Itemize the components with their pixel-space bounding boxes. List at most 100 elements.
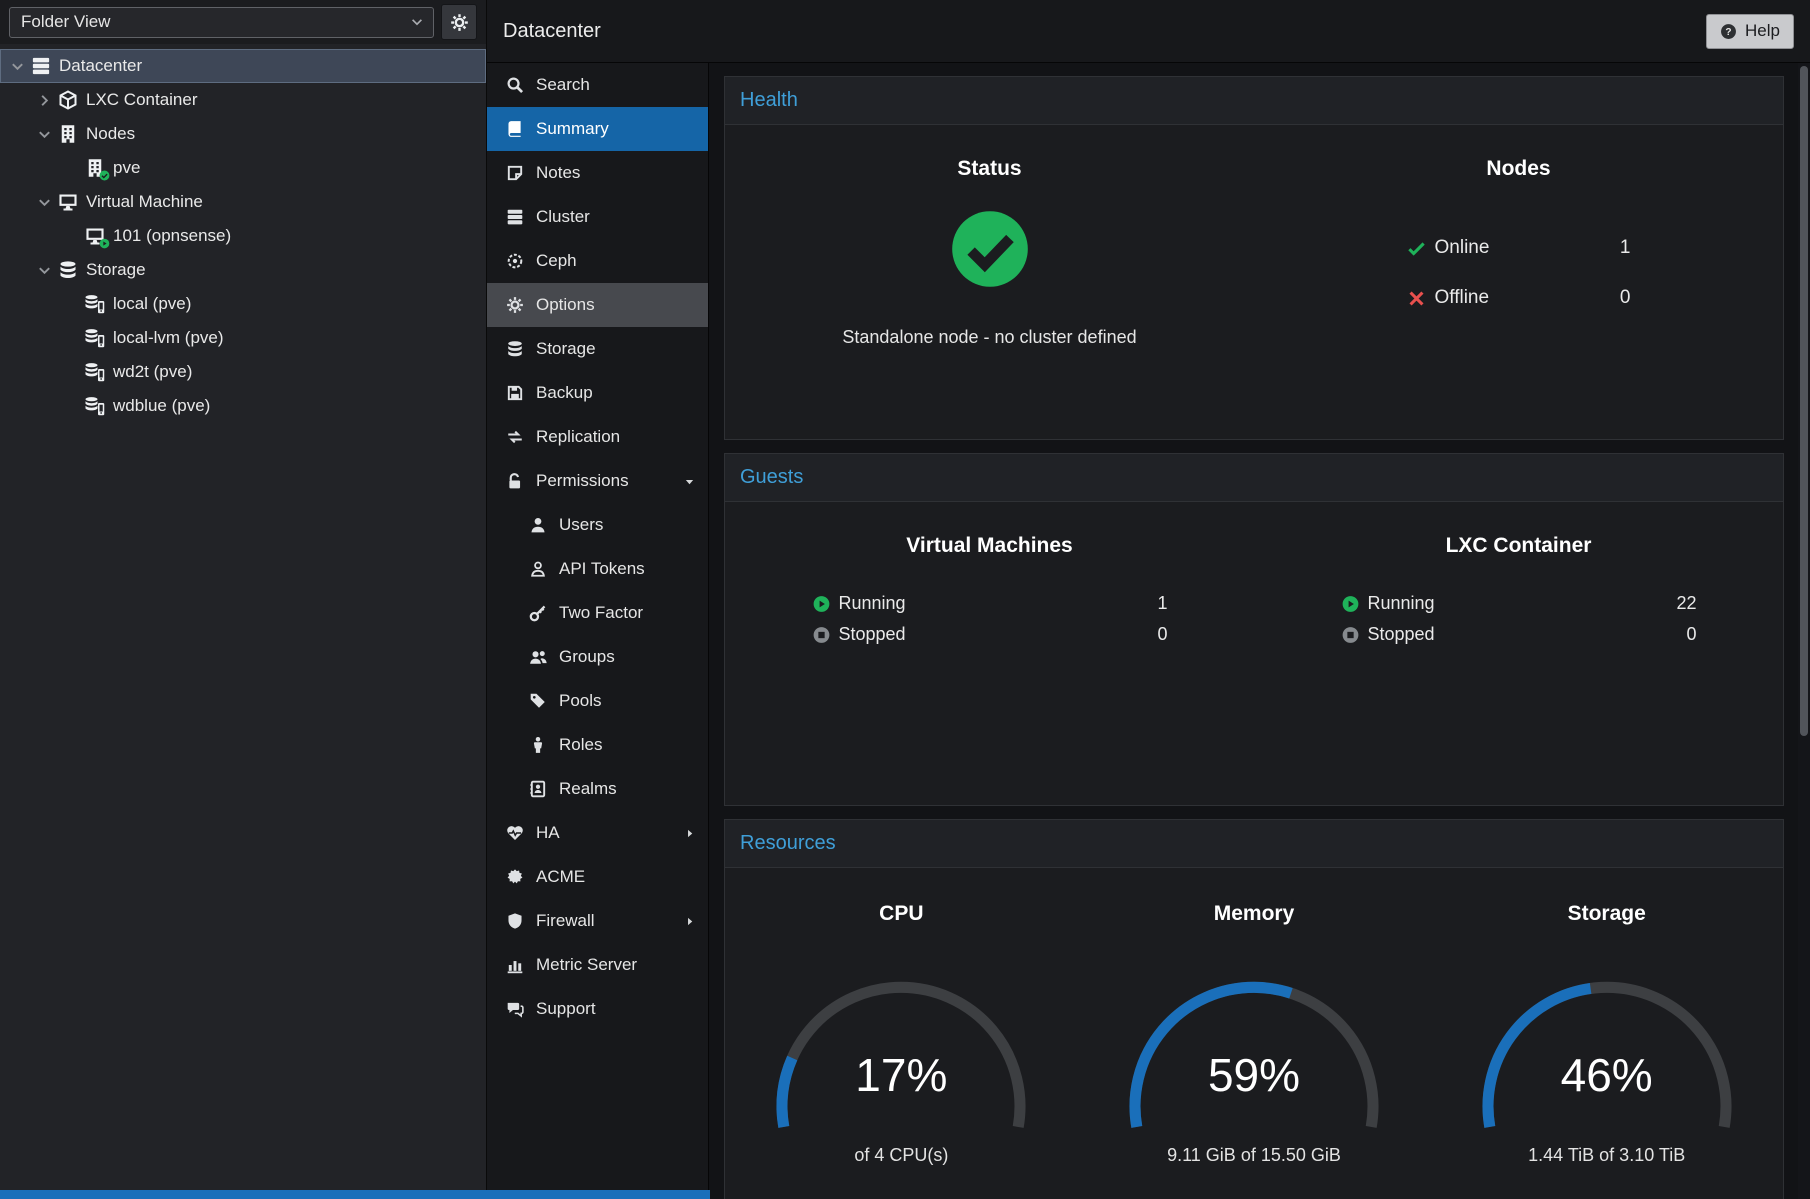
nav-item-api-tokens[interactable]: API Tokens bbox=[487, 547, 708, 591]
status-ok-icon bbox=[948, 207, 1032, 291]
status-heading: Status bbox=[725, 157, 1254, 181]
play-circle-icon bbox=[812, 595, 831, 613]
nav-item-label: Pools bbox=[559, 691, 602, 711]
server-icon bbox=[31, 56, 51, 76]
nav-item-two-factor[interactable]: Two Factor bbox=[487, 591, 708, 635]
tree-item-local-pve[interactable]: local (pve) bbox=[0, 287, 486, 321]
nav-item-groups[interactable]: Groups bbox=[487, 635, 708, 679]
cube-icon bbox=[58, 90, 78, 110]
chevron-down-icon[interactable] bbox=[37, 195, 52, 210]
cpu-gauge: CPU 17% of 4 CPU(s) bbox=[725, 868, 1078, 1199]
resources-panel-title: Resources bbox=[725, 820, 1783, 868]
view-mode-select[interactable]: Folder View bbox=[9, 7, 434, 38]
help-button[interactable]: ? Help bbox=[1706, 14, 1794, 49]
status-label: Offline bbox=[1435, 287, 1490, 309]
nav-item-acme[interactable]: ACME bbox=[487, 855, 708, 899]
tree-item-101-opnsense[interactable]: 101 (opnsense) bbox=[0, 219, 486, 253]
search-icon bbox=[506, 76, 524, 94]
nav-item-roles[interactable]: Roles bbox=[487, 723, 708, 767]
storage-drive-icon bbox=[85, 362, 105, 382]
tree-item-datacenter[interactable]: Datacenter bbox=[0, 49, 486, 83]
scrollbar-thumb[interactable] bbox=[1800, 66, 1808, 736]
tree-item-lxc-container[interactable]: LXC Container bbox=[0, 83, 486, 117]
tree-item-storage[interactable]: Storage bbox=[0, 253, 486, 287]
storage-drive-icon bbox=[85, 396, 105, 416]
nav-item-summary[interactable]: Summary bbox=[487, 107, 708, 151]
chevron-down-icon[interactable] bbox=[37, 127, 52, 142]
resource-tree: DatacenterLXC ContainerNodespveVirtual M… bbox=[0, 44, 486, 423]
nav-item-notes[interactable]: Notes bbox=[487, 151, 708, 195]
caret-spacer bbox=[64, 229, 79, 244]
bottom-accent-bar bbox=[0, 1190, 710, 1199]
status-value: 1 bbox=[1620, 237, 1631, 259]
comments-icon bbox=[506, 1000, 524, 1018]
page-title: Datacenter bbox=[503, 20, 601, 43]
status-column: Status Standalone node - no cluster defi… bbox=[725, 125, 1254, 439]
caret-spacer bbox=[64, 365, 79, 380]
resources-panel: Resources CPU 17% of 4 CPU(s) bbox=[724, 819, 1784, 1199]
storage-gauge-arc: 46% bbox=[1437, 970, 1777, 1161]
nodes-status-rows: Online1Offline0 bbox=[1407, 223, 1631, 323]
guests-panel-title: Guests bbox=[725, 454, 1783, 502]
nav-item-pools[interactable]: Pools bbox=[487, 679, 708, 723]
nav-item-options[interactable]: Options bbox=[487, 283, 708, 327]
cpu-gauge-arc: 17% bbox=[731, 970, 1071, 1161]
nav-item-label: Users bbox=[559, 515, 603, 535]
nav-item-users[interactable]: Users bbox=[487, 503, 708, 547]
storage-gauge-title: Storage bbox=[1568, 902, 1646, 926]
help-button-label: Help bbox=[1745, 21, 1780, 41]
nav-item-ceph[interactable]: Ceph bbox=[487, 239, 708, 283]
tree-item-local-lvm-pve[interactable]: local-lvm (pve) bbox=[0, 321, 486, 355]
nav-item-label: Storage bbox=[536, 339, 596, 359]
svg-text:?: ? bbox=[1725, 27, 1731, 38]
tree-item-pve[interactable]: pve bbox=[0, 151, 486, 185]
nav-item-label: Metric Server bbox=[536, 955, 637, 975]
nav-item-backup[interactable]: Backup bbox=[487, 371, 708, 415]
chevron-right-icon[interactable] bbox=[37, 93, 52, 108]
nav-item-realms[interactable]: Realms bbox=[487, 767, 708, 811]
nav-item-label: API Tokens bbox=[559, 559, 645, 579]
nodes-column: Nodes Online1Offline0 bbox=[1254, 125, 1783, 439]
chevron-down-icon[interactable] bbox=[10, 59, 25, 74]
nav-item-label: Permissions bbox=[536, 471, 629, 491]
tree-item-wd2t-pve[interactable]: wd2t (pve) bbox=[0, 355, 486, 389]
nav-item-search[interactable]: Search bbox=[487, 63, 708, 107]
tree-item-label: Storage bbox=[86, 260, 146, 280]
guest-status-row-running: Running1 bbox=[812, 588, 1168, 619]
status-label: Running bbox=[1368, 593, 1435, 614]
nav-item-support[interactable]: Support bbox=[487, 987, 708, 1031]
content-scrollbar[interactable] bbox=[1798, 63, 1810, 1199]
content-header: Datacenter ? Help bbox=[487, 0, 1810, 63]
nav-item-firewall[interactable]: Firewall bbox=[487, 899, 708, 943]
unlock-icon bbox=[506, 472, 524, 490]
nav-item-cluster[interactable]: Cluster bbox=[487, 195, 708, 239]
caret-right-icon bbox=[683, 915, 696, 928]
heartbeat-icon bbox=[506, 824, 524, 842]
tree-item-wdblue-pve[interactable]: wdblue (pve) bbox=[0, 389, 486, 423]
nav-item-storage[interactable]: Storage bbox=[487, 327, 708, 371]
retweet-icon bbox=[506, 428, 524, 446]
nav-item-permissions[interactable]: Permissions bbox=[487, 459, 708, 503]
caret-down-icon bbox=[683, 475, 696, 488]
guest-status-row-stopped: Stopped0 bbox=[1341, 619, 1697, 650]
address-book-icon bbox=[529, 780, 547, 798]
nodes-heading: Nodes bbox=[1254, 157, 1783, 181]
book-icon bbox=[506, 120, 524, 138]
sticky-note-icon bbox=[506, 164, 524, 182]
guests-column-lxc-container: LXC ContainerRunning22Stopped0 bbox=[1254, 502, 1783, 805]
tree-item-nodes[interactable]: Nodes bbox=[0, 117, 486, 151]
nav-item-replication[interactable]: Replication bbox=[487, 415, 708, 459]
tree-item-label: wd2t (pve) bbox=[113, 362, 192, 382]
chevron-down-icon bbox=[410, 15, 424, 29]
nav-item-metric-server[interactable]: Metric Server bbox=[487, 943, 708, 987]
tags-icon bbox=[529, 692, 547, 710]
nav-item-ha[interactable]: HA bbox=[487, 811, 708, 855]
question-circle-icon: ? bbox=[1720, 23, 1737, 40]
nav-item-label: Options bbox=[536, 295, 595, 315]
bar-chart-icon bbox=[506, 956, 524, 974]
resources-panel-body: CPU 17% of 4 CPU(s) Memory bbox=[725, 868, 1783, 1199]
cpu-usage-percent: 17% bbox=[731, 1048, 1071, 1102]
tree-settings-button[interactable] bbox=[441, 4, 477, 40]
tree-item-virtual-machine[interactable]: Virtual Machine bbox=[0, 185, 486, 219]
chevron-down-icon[interactable] bbox=[37, 263, 52, 278]
